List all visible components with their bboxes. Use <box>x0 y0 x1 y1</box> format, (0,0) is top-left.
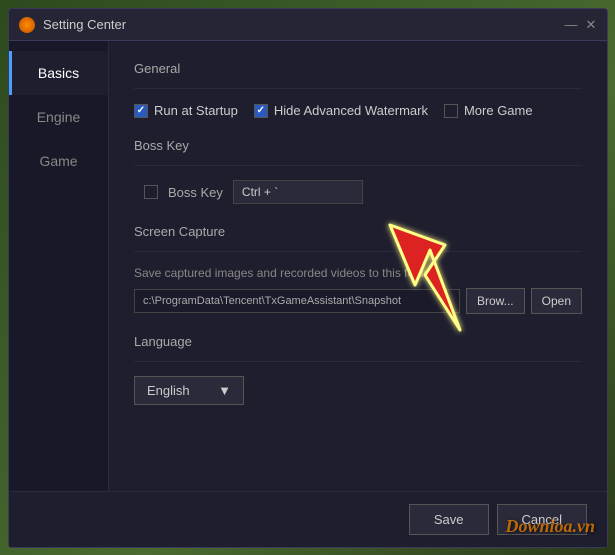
screen-capture-section: Screen Capture Save captured images and … <box>134 224 582 314</box>
main-panel: General Run at Startup Hide Advanced Wat… <box>109 41 607 491</box>
app-icon <box>19 17 35 33</box>
save-button[interactable]: Save <box>409 504 489 535</box>
watermark: Downloa.vn <box>505 516 595 537</box>
browse-button[interactable]: Brow... <box>466 288 525 314</box>
hide-watermark-label: Hide Advanced Watermark <box>274 103 428 118</box>
capture-path-row: Brow... Open <box>134 288 582 314</box>
general-options-row: Run at Startup Hide Advanced Watermark M… <box>134 103 582 118</box>
open-button[interactable]: Open <box>531 288 582 314</box>
language-selected-value: English <box>147 383 190 398</box>
boss-key-title: Boss Key <box>134 138 582 153</box>
run-at-startup-label: Run at Startup <box>154 103 238 118</box>
sidebar: Basics Engine Game <box>9 41 109 491</box>
window-controls: — ✕ <box>565 19 597 31</box>
boss-key-section: Boss Key Boss Key <box>134 138 582 204</box>
language-title: Language <box>134 334 582 349</box>
run-at-startup-item[interactable]: Run at Startup <box>134 103 238 118</box>
boss-key-divider <box>134 165 582 166</box>
screen-capture-divider <box>134 251 582 252</box>
chevron-down-icon: ▼ <box>218 383 231 398</box>
sidebar-item-basics[interactable]: Basics <box>9 51 108 95</box>
more-game-label: More Game <box>464 103 533 118</box>
boss-key-input[interactable] <box>233 180 363 204</box>
setting-center-window: Setting Center — ✕ Basics Engine Game Ge… <box>8 8 608 548</box>
title-bar: Setting Center — ✕ <box>9 9 607 41</box>
boss-key-label: Boss Key <box>168 185 223 200</box>
sidebar-item-game[interactable]: Game <box>9 139 108 183</box>
general-section: General Run at Startup Hide Advanced Wat… <box>134 61 582 118</box>
content-area: Basics Engine Game General Run at Startu… <box>9 41 607 491</box>
language-section: Language English ▼ <box>134 334 582 405</box>
run-at-startup-checkbox[interactable] <box>134 104 148 118</box>
general-title: General <box>134 61 582 76</box>
hide-watermark-item[interactable]: Hide Advanced Watermark <box>254 103 428 118</box>
window-title: Setting Center <box>43 17 565 32</box>
screen-capture-title: Screen Capture <box>134 224 582 239</box>
language-dropdown[interactable]: English ▼ <box>134 376 244 405</box>
boss-key-row: Boss Key <box>144 180 582 204</box>
hide-watermark-checkbox[interactable] <box>254 104 268 118</box>
more-game-item[interactable]: More Game <box>444 103 533 118</box>
boss-key-checkbox[interactable] <box>144 185 158 199</box>
capture-path-input[interactable] <box>134 289 460 313</box>
general-divider <box>134 88 582 89</box>
close-button[interactable]: ✕ <box>585 19 597 31</box>
more-game-checkbox[interactable] <box>444 104 458 118</box>
minimize-button[interactable]: — <box>565 19 577 31</box>
language-divider <box>134 361 582 362</box>
capture-description: Save captured images and recorded videos… <box>134 266 582 280</box>
sidebar-item-engine[interactable]: Engine <box>9 95 108 139</box>
